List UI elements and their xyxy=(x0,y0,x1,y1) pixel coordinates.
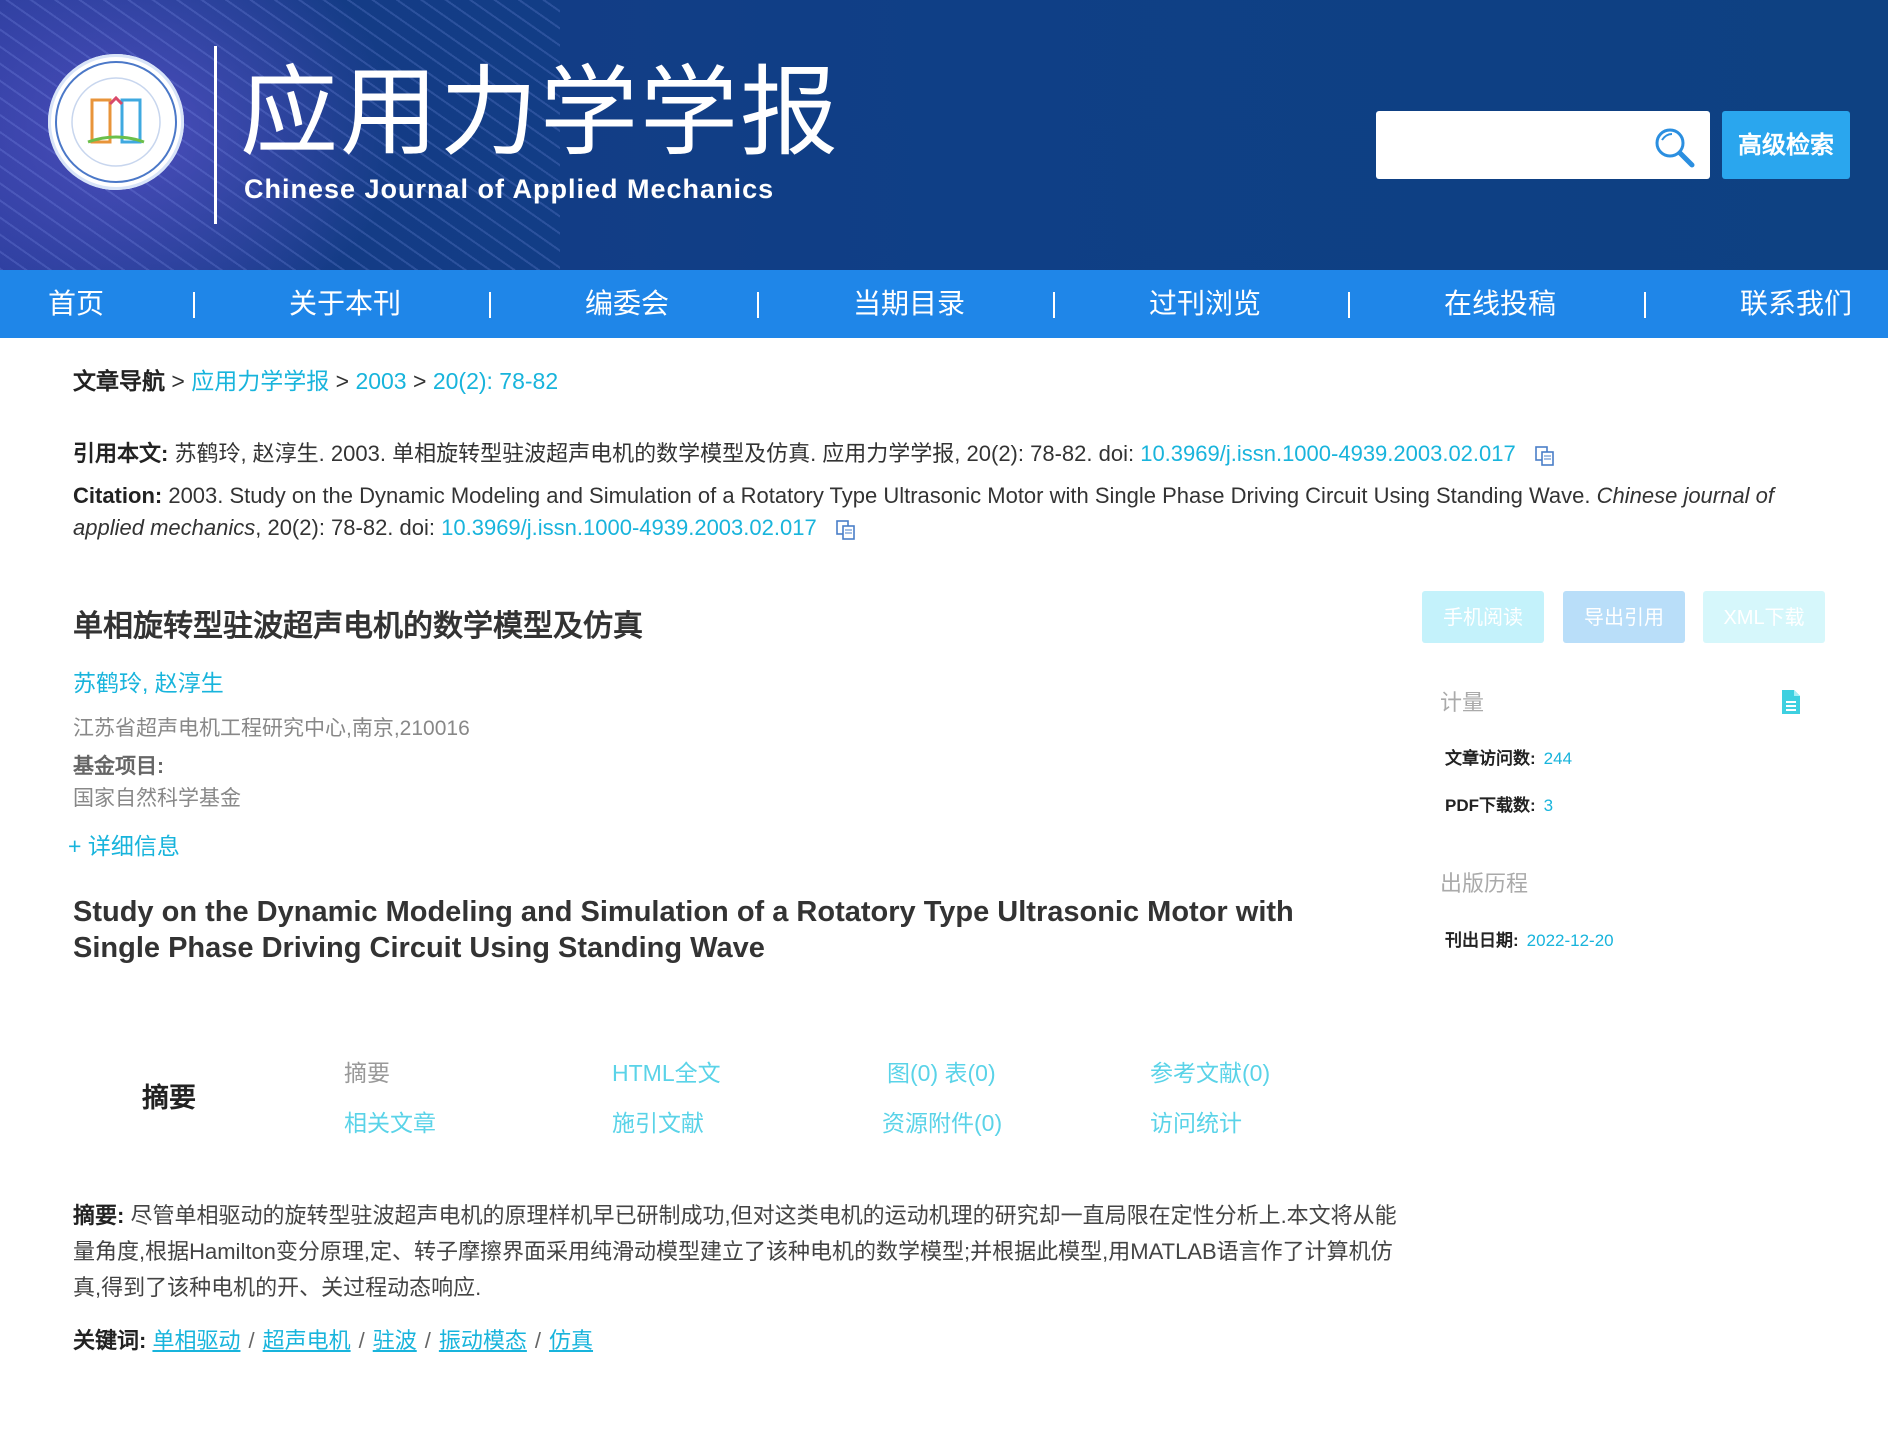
site-subtitle: Chinese Journal of Applied Mechanics xyxy=(244,174,775,204)
views-value: 244 xyxy=(1543,749,1573,768)
logo-emblem-icon xyxy=(55,61,177,183)
article-views: 文章访问数: 244 xyxy=(1445,744,1572,769)
keywords: 关键词: 单相驱动 / 超声电机 / 驻波 / 振动模态 / 仿真 xyxy=(73,1323,593,1355)
tab-citing-articles[interactable]: 施引文献 xyxy=(612,1104,704,1138)
pub-date-label: 刊出日期: xyxy=(1445,931,1519,950)
citation-cn-text: 苏鹤玲, 赵淳生. 2003. 单相旋转型驻波超声电机的数学模型及仿真. 应用力… xyxy=(174,441,1135,466)
nav-archive[interactable]: 过刊浏览 xyxy=(1149,270,1261,338)
tab-html-fulltext[interactable]: HTML全文 xyxy=(612,1054,721,1088)
pub-date-value: 2022-12-20 xyxy=(1526,931,1614,950)
keyword-link[interactable]: 振动模态 xyxy=(439,1328,527,1353)
citation-cn: 引用本文: 苏鹤玲, 赵淳生. 2003. 单相旋转型驻波超声电机的数学模型及仿… xyxy=(73,438,1556,470)
document-icon[interactable] xyxy=(1780,688,1802,716)
tab-access-stats[interactable]: 访问统计 xyxy=(1150,1104,1242,1138)
mobile-read-button[interactable]: 手机阅读 xyxy=(1422,591,1544,643)
site-header: 应用力学学报 Chinese Journal of Applied Mechan… xyxy=(0,0,1888,270)
article-affiliation: 江苏省超声电机工程研究中心,南京,210016 xyxy=(73,717,470,740)
copy-icon[interactable] xyxy=(835,518,857,540)
nav-contact[interactable]: 联系我们 xyxy=(1740,270,1852,338)
pdf-label: PDF下载数: xyxy=(1445,796,1536,815)
tab-figures-tables[interactable]: 图(0) 表(0) xyxy=(887,1054,996,1088)
breadcrumb-sep: > xyxy=(413,368,427,394)
abstract-label: 摘要: xyxy=(73,1203,125,1228)
nav-separator xyxy=(193,292,195,318)
breadcrumb-title: 文章导航 xyxy=(73,368,165,394)
citation-en-rest: , 20(2): 78-82. doi: xyxy=(255,515,436,540)
breadcrumb: 文章导航 > 应用力学学报 > 2003 > 20(2): 78-82 xyxy=(73,362,558,396)
nav-separator xyxy=(1053,292,1055,318)
citation-cn-label: 引用本文: xyxy=(73,441,169,466)
keyword-link[interactable]: 单相驱动 xyxy=(152,1328,240,1353)
search-icon[interactable] xyxy=(1652,125,1696,169)
tab-abstract[interactable]: 摘要 xyxy=(344,1054,390,1088)
abstract-section-heading: 摘要 xyxy=(142,1083,196,1113)
metrics-heading: 计量 xyxy=(1440,690,1485,715)
abstract-text: 摘要: 尽管单相驱动的旋转型驻波超声电机的原理样机早已研制成功,但对这类电机的运… xyxy=(73,1198,1403,1306)
tab-attachments[interactable]: 资源附件(0) xyxy=(882,1104,1002,1138)
keyword-sep: / xyxy=(358,1328,365,1353)
nav-editorial-board[interactable]: 编委会 xyxy=(585,270,669,338)
nav-home[interactable]: 首页 xyxy=(48,270,104,338)
breadcrumb-issue[interactable]: 20(2): 78-82 xyxy=(433,368,558,394)
nav-about[interactable]: 关于本刊 xyxy=(289,270,401,338)
journal-logo[interactable] xyxy=(48,54,184,190)
xml-download-button[interactable]: XML下载 xyxy=(1703,591,1825,643)
search-box xyxy=(1376,111,1710,179)
views-label: 文章访问数: xyxy=(1445,749,1536,768)
tab-related-articles[interactable]: 相关文章 xyxy=(344,1104,436,1138)
advanced-search-button[interactable]: 高级检索 xyxy=(1722,111,1850,179)
detail-info-toggle[interactable]: + 详细信息 xyxy=(68,827,180,861)
search-input[interactable] xyxy=(1388,125,1642,167)
abstract-body: 尽管单相驱动的旋转型驻波超声电机的原理样机早已研制成功,但对这类电机的运动机理的… xyxy=(73,1203,1397,1300)
nav-separator xyxy=(757,292,759,318)
nav-separator xyxy=(1348,292,1350,318)
nav-separator xyxy=(489,292,491,318)
pdf-value: 3 xyxy=(1543,796,1554,815)
article-authors[interactable]: 苏鹤玲, 赵淳生 xyxy=(73,664,224,698)
keyword-link[interactable]: 驻波 xyxy=(373,1328,417,1353)
citation-cn-doi[interactable]: 10.3969/j.issn.1000-4939.2003.02.017 xyxy=(1140,441,1516,466)
breadcrumb-journal[interactable]: 应用力学学报 xyxy=(191,368,329,394)
header-divider xyxy=(214,46,217,224)
publication-date: 刊出日期: 2022-12-20 xyxy=(1445,926,1614,951)
publication-history-heading: 出版历程 xyxy=(1440,871,1529,896)
keyword-sep: / xyxy=(248,1328,255,1353)
nav-submission[interactable]: 在线投稿 xyxy=(1444,270,1556,338)
site-title: 应用力学学报 xyxy=(240,57,841,167)
export-citation-button[interactable]: 导出引用 xyxy=(1563,591,1685,643)
keyword-link[interactable]: 仿真 xyxy=(549,1328,593,1353)
copy-icon[interactable] xyxy=(1534,444,1556,466)
tab-references[interactable]: 参考文献(0) xyxy=(1150,1054,1270,1088)
citation-en-text: 2003. Study on the Dynamic Modeling and … xyxy=(168,483,1591,508)
keyword-link[interactable]: 超声电机 xyxy=(263,1328,351,1353)
citation-en: Citation: 2003. Study on the Dynamic Mod… xyxy=(73,480,1833,544)
fund-label: 基金项目: xyxy=(73,755,164,778)
keywords-label: 关键词: xyxy=(73,1328,147,1353)
article-english-title: Study on the Dynamic Modeling and Simula… xyxy=(73,896,1294,964)
keyword-sep: / xyxy=(534,1328,542,1353)
article-title: 单相旋转型驻波超声电机的数学模型及仿真 xyxy=(73,610,643,643)
nav-current-issue[interactable]: 当期目录 xyxy=(853,270,965,338)
breadcrumb-sep: > xyxy=(335,368,350,394)
citation-en-doi[interactable]: 10.3969/j.issn.1000-4939.2003.02.017 xyxy=(441,515,817,540)
main-nav: 首页 关于本刊 编委会 当期目录 过刊浏览 在线投稿 联系我们 xyxy=(0,270,1888,338)
citation-en-label: Citation: xyxy=(73,483,163,508)
pdf-downloads: PDF下载数: 3 xyxy=(1445,791,1553,816)
fund-value: 国家自然科学基金 xyxy=(73,787,241,810)
breadcrumb-sep: > xyxy=(171,368,185,394)
breadcrumb-year[interactable]: 2003 xyxy=(355,368,406,394)
nav-separator xyxy=(1644,292,1646,318)
keyword-sep: / xyxy=(424,1328,431,1353)
